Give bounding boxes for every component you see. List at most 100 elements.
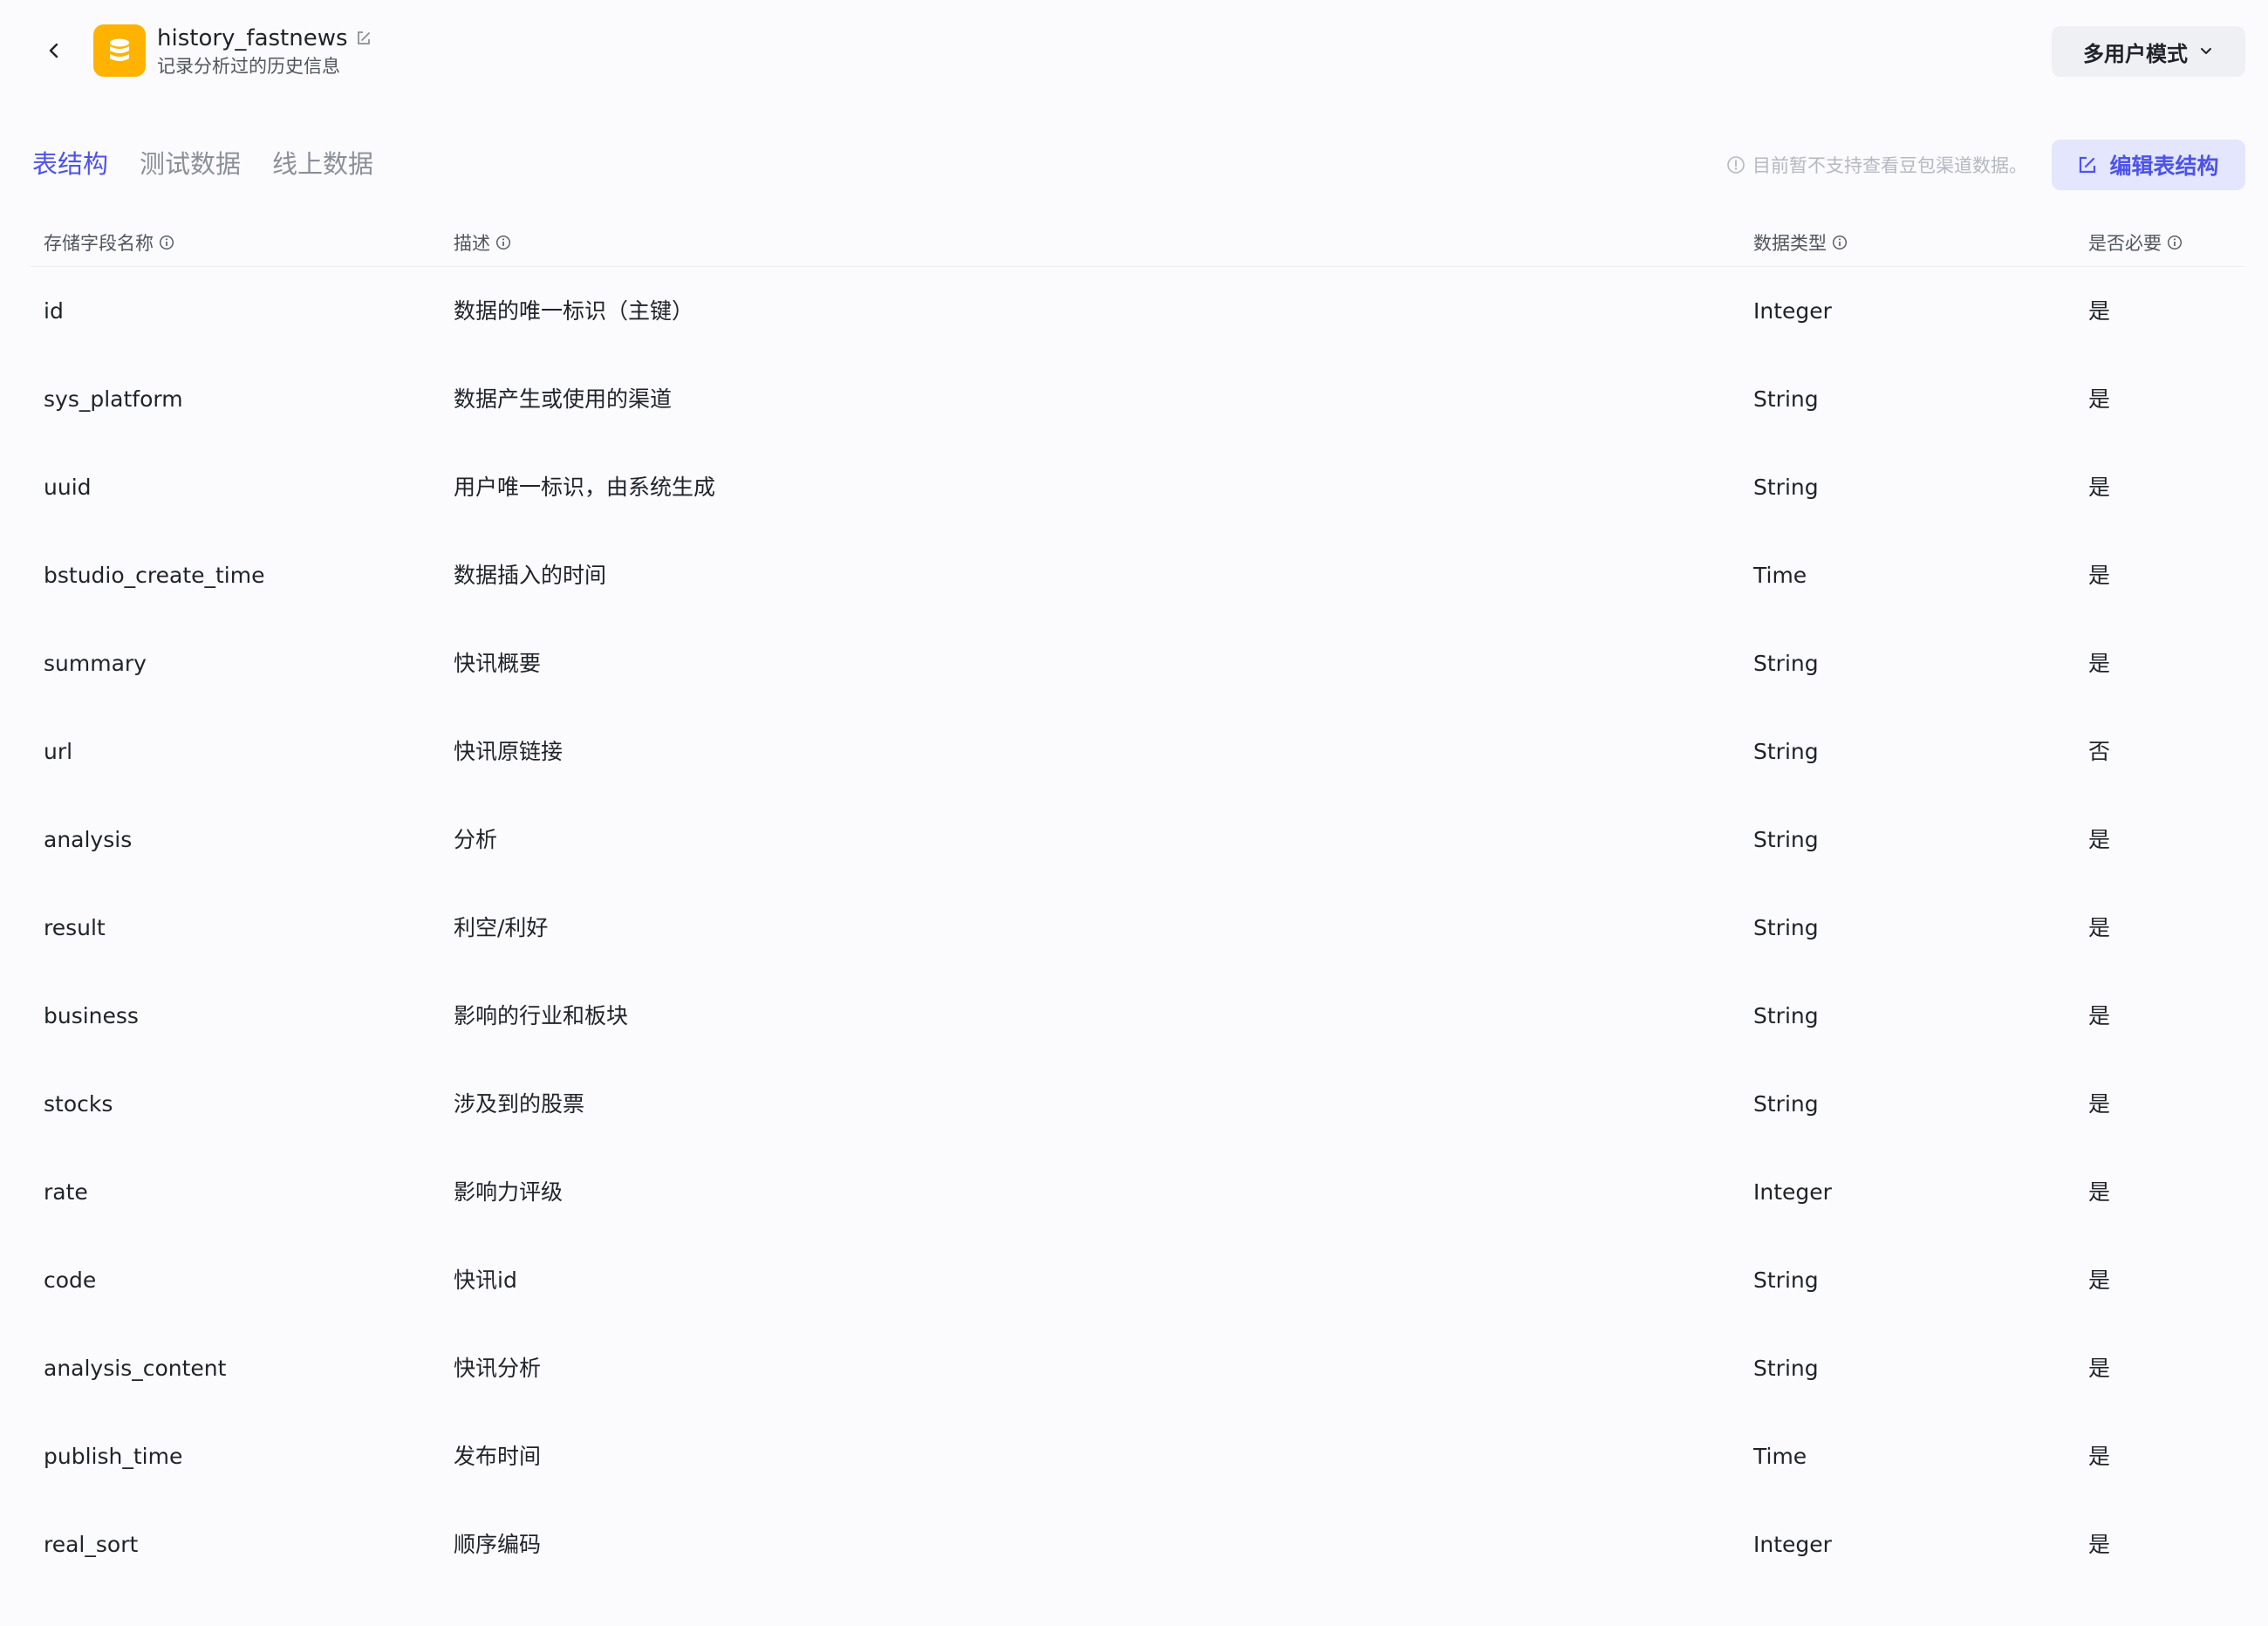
table-row: rate 影响力评级 Integer 是 [30, 1148, 2245, 1236]
field-type-cell: Integer [1753, 1179, 1832, 1205]
database-icon [110, 38, 129, 61]
field-type-cell: Time [1753, 563, 1807, 588]
table-row: result 利空/利好 String 是 [30, 884, 2245, 972]
table-row: sys_platform 数据产生或使用的渠道 String 是 [30, 355, 2245, 443]
info-icon [1726, 155, 1745, 174]
field-type-cell: String [1753, 1091, 1819, 1117]
field-required-cell: 是 [2088, 298, 2111, 324]
field-description-cell: 用户唯一标识，由系统生成 [454, 475, 716, 500]
column-header-label: 是否必要 [2088, 232, 2162, 254]
edit-icon [2078, 155, 2097, 174]
tab-online-data[interactable]: 线上数据 [272, 145, 373, 183]
field-required-cell: 是 [2088, 651, 2111, 676]
field-required-cell: 是 [2088, 1091, 2111, 1117]
table-row: business 影响的行业和板块 String 是 [30, 972, 2245, 1060]
table-row: id 数据的唯一标识（主键） Integer 是 [30, 267, 2245, 355]
field-type-cell: String [1753, 915, 1819, 940]
field-type-cell: Integer [1753, 1532, 1832, 1557]
tab-table-structure[interactable]: 表结构 [32, 145, 108, 183]
table-row: summary 快讯概要 String 是 [30, 619, 2245, 707]
field-type-cell: String [1753, 1356, 1819, 1381]
field-required-cell: 是 [2088, 1444, 2111, 1469]
field-name-cell: url [44, 739, 73, 764]
field-description-cell: 利空/利好 [454, 915, 549, 940]
field-name-cell: real_sort [44, 1532, 139, 1557]
chevron-left-icon [49, 43, 58, 58]
field-required-cell: 是 [2088, 386, 2111, 412]
field-type-cell: String [1753, 1267, 1819, 1293]
info-icon[interactable] [495, 235, 511, 250]
field-type-cell: String [1753, 386, 1819, 412]
tab-bar: 表结构 测试数据 线上数据 [32, 145, 405, 183]
field-name-cell: stocks [44, 1091, 113, 1117]
table-row: analysis 分析 String 是 [30, 796, 2245, 884]
field-description-cell: 快讯分析 [454, 1356, 542, 1381]
table-row: publish_time 发布时间 Time 是 [30, 1412, 2245, 1500]
info-icon[interactable] [2167, 235, 2183, 250]
field-description-cell: 数据的唯一标识（主键） [454, 298, 694, 324]
info-icon[interactable] [159, 235, 174, 250]
table-row: uuid 用户唯一标识，由系统生成 String 是 [30, 443, 2245, 531]
edit-structure-button[interactable]: 编辑表结构 [2052, 140, 2245, 190]
field-required-cell: 是 [2088, 1532, 2111, 1557]
user-mode-dropdown[interactable]: 多用户模式 [2052, 26, 2245, 77]
field-name-cell: analysis [44, 827, 133, 852]
database-title: history_fastnews [157, 25, 348, 51]
field-name-cell: id [44, 298, 64, 324]
field-type-cell: String [1753, 827, 1819, 852]
column-header-name: 存储字段名称 [44, 229, 174, 256]
field-name-cell: code [44, 1267, 97, 1293]
field-type-cell: Integer [1753, 298, 1832, 324]
field-name-cell: uuid [44, 475, 92, 500]
field-name-cell: bstudio_create_time [44, 563, 265, 588]
field-name-cell: analysis_content [44, 1356, 227, 1381]
field-description-cell: 快讯id [454, 1267, 517, 1293]
field-description-cell: 数据插入的时间 [454, 563, 607, 588]
table-body: id 数据的唯一标识（主键） Integer 是 sys_platform 数据产生或使用… [30, 267, 2245, 1588]
field-type-cell: String [1753, 475, 1819, 500]
back-button[interactable] [35, 31, 73, 70]
field-required-cell: 是 [2088, 915, 2111, 940]
field-required-cell: 是 [2088, 1003, 2111, 1028]
field-description-cell: 顺序编码 [454, 1532, 542, 1557]
field-type-cell: Time [1753, 1444, 1807, 1469]
database-logo [93, 24, 146, 77]
field-description-cell: 发布时间 [454, 1444, 542, 1469]
edit-name-icon[interactable] [355, 28, 376, 49]
field-required-cell: 是 [2088, 1267, 2111, 1293]
field-name-cell: business [44, 1003, 139, 1028]
field-description-cell: 数据产生或使用的渠道 [454, 386, 673, 412]
field-required-cell: 否 [2088, 739, 2111, 764]
table-row: real_sort 顺序编码 Integer 是 [30, 1500, 2245, 1588]
field-name-cell: summary [44, 651, 147, 676]
chevron-down-icon [2198, 44, 2214, 59]
database-description: 记录分析过的历史信息 [157, 56, 340, 77]
tab-test-data[interactable]: 测试数据 [140, 145, 241, 183]
field-name-cell: result [44, 915, 106, 940]
schema-table: 存储字段名称 描述 数据类型 是否必要 id 数据的唯一标识（主键） Integer… [30, 218, 2245, 1588]
field-name-cell: rate [44, 1179, 88, 1205]
field-required-cell: 是 [2088, 1356, 2111, 1381]
field-required-cell: 是 [2088, 563, 2111, 588]
edit-structure-label: 编辑表结构 [2109, 154, 2219, 179]
table-row: bstudio_create_time 数据插入的时间 Time 是 [30, 531, 2245, 619]
field-type-cell: String [1753, 651, 1819, 676]
info-icon[interactable] [1832, 235, 1848, 250]
field-required-cell: 是 [2088, 475, 2111, 500]
field-name-cell: sys_platform [44, 386, 183, 412]
field-type-cell: String [1753, 739, 1819, 764]
page-header: history_fastnews 记录分析过的历史信息 多用户模式 [0, 0, 2268, 105]
field-type-cell: String [1753, 1003, 1819, 1028]
table-header: 存储字段名称 描述 数据类型 是否必要 [30, 218, 2245, 267]
field-description-cell: 分析 [454, 827, 498, 852]
field-required-cell: 是 [2088, 827, 2111, 852]
column-header-required: 是否必要 [2088, 229, 2183, 256]
column-header-label: 描述 [454, 232, 490, 254]
table-row: analysis_content 快讯分析 String 是 [30, 1324, 2245, 1412]
field-description-cell: 影响的行业和板块 [454, 1003, 629, 1028]
column-header-description: 描述 [454, 229, 511, 256]
field-description-cell: 快讯原链接 [454, 739, 564, 764]
table-row: code 快讯id String 是 [30, 1236, 2245, 1324]
table-row: stocks 涉及到的股票 String 是 [30, 1060, 2245, 1148]
column-header-label: 数据类型 [1753, 232, 1827, 254]
